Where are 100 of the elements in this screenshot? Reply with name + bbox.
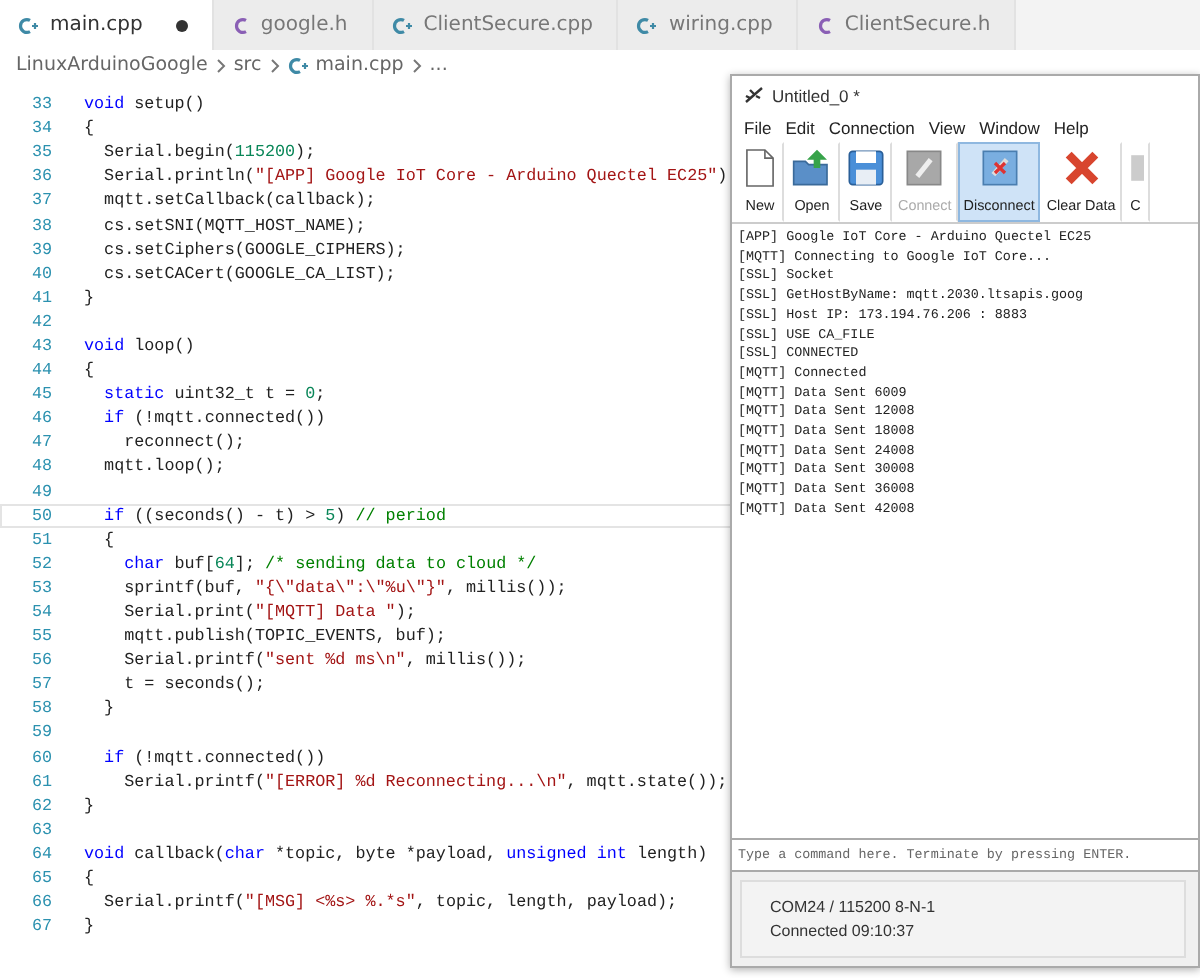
code-line: { (84, 118, 95, 139)
code-line: { (84, 360, 95, 381)
code-line: if ((seconds() - t) > 5) // period (102, 505, 446, 526)
line-number: 43 (29, 335, 52, 356)
breadcrumb-item[interactable]: LinuxArduinoGoogle (16, 54, 208, 76)
line-number: 56 (29, 650, 52, 671)
menu-item[interactable]: Edit (785, 118, 815, 138)
code-line: void setup() (84, 94, 205, 115)
line-number: 34 (29, 118, 52, 139)
cpp-file-icon (18, 15, 40, 35)
line-number: 64 (29, 843, 52, 864)
code-line: } (84, 916, 95, 937)
line-number: 50 (29, 505, 52, 526)
status-text: Connected 09:10:37 (770, 922, 917, 940)
menu-item[interactable]: View (928, 118, 966, 138)
code-line: void loop() (84, 335, 195, 356)
breadcrumb-item[interactable]: ... (429, 54, 448, 76)
code-line: char buf[64]; /* sending data to cloud */ (122, 553, 537, 574)
line-number: 66 (29, 892, 52, 913)
code-line: cs.setCiphers(GOOGLE_CIPHERS); (102, 239, 406, 260)
code-line: Serial.begin(115200); (102, 142, 316, 163)
folder-icon (790, 148, 834, 188)
tab-label: ClientSecure.h (844, 14, 991, 36)
editor-tab[interactable]: main.cpp (0, 0, 215, 50)
new-file-icon (742, 148, 778, 188)
line-number: 53 (29, 577, 52, 598)
line-number: 55 (29, 626, 52, 647)
code-line: Serial.printf("[MSG] <%s> %.*s", topic, length, payload); (102, 892, 678, 913)
code-line: if (!mqtt.connected()) (102, 408, 326, 429)
line-number: 44 (29, 360, 52, 381)
code-line: Serial.print("[MQTT] Data "); (122, 602, 416, 623)
line-number: 60 (29, 747, 52, 768)
code-line: reconnect(); (122, 432, 245, 453)
line-number: 48 (29, 456, 52, 477)
line-number: 41 (29, 287, 52, 308)
line-number: 49 (29, 481, 52, 502)
editor-tab[interactable]: ClientSecure.h (798, 0, 1017, 50)
line-number: 33 (29, 94, 52, 115)
editor-tab[interactable]: ClientSecure.cpp (373, 0, 619, 50)
line-number: 54 (29, 602, 52, 623)
code-line: Serial.printf("sent %d ms\n", millis()); (122, 650, 527, 671)
menu-item[interactable]: Connection (828, 118, 915, 138)
chevron-icon (215, 57, 226, 73)
line-number: 65 (29, 868, 52, 889)
line-number: 51 (29, 529, 52, 550)
tab-label: ClientSecure.cpp (423, 14, 593, 36)
cpp-file-icon (636, 15, 659, 35)
window-title: Untitled_0 * (772, 85, 860, 105)
line-number: 61 (29, 771, 52, 792)
chevron-icon (269, 57, 280, 73)
line-number: 47 (29, 432, 52, 453)
status-text: COM24 / 115200 8-N-1 (770, 898, 938, 916)
line-number: 57 (29, 674, 52, 695)
code-line: } (102, 698, 115, 719)
breadcrumb-item[interactable]: src (233, 54, 262, 76)
line-number: 39 (29, 239, 52, 260)
line-number: 52 (29, 553, 52, 574)
line-number: 35 (29, 142, 52, 163)
code-line: { (102, 529, 115, 550)
breadcrumb-item[interactable]: main.cpp (315, 54, 404, 76)
menu-item[interactable]: Window (979, 118, 1040, 138)
code-line: { (84, 868, 95, 889)
code-line: cs.setSNI(MQTT_HOST_NAME); (102, 215, 366, 236)
code-line: mqtt.publish(TOPIC_EVENTS, buf); (122, 626, 446, 647)
editor-tab[interactable]: wiring.cpp (618, 0, 799, 50)
line-number: 67 (29, 916, 52, 937)
line-number: 37 (29, 190, 52, 211)
line-number: 45 (29, 384, 52, 405)
menu-item[interactable]: Help (1053, 118, 1089, 138)
code-line: mqtt.loop(); (102, 456, 225, 477)
code-line: t = seconds(); (122, 674, 265, 695)
cpp-file-icon (287, 55, 310, 75)
x-mark-icon (1061, 148, 1102, 188)
line-number: 59 (29, 722, 52, 743)
line-number: 63 (29, 819, 52, 840)
line-number: 46 (29, 408, 52, 429)
line-number: 36 (29, 166, 52, 187)
tab-label: google.h (260, 14, 348, 36)
line-number: 62 (29, 795, 52, 816)
code-line: void callback(char *topic, byte *payload, unsigned int length) (84, 843, 708, 864)
c-file-icon (816, 15, 835, 35)
tab-label: wiring.cpp (668, 14, 773, 36)
editor-tab[interactable]: google.h (214, 0, 374, 50)
code-line: if (!mqtt.connected()) (102, 747, 326, 768)
cpp-file-icon (391, 15, 414, 35)
code-line: cs.setCACert(GOOGLE_CA_LIST); (102, 263, 396, 284)
code-line: } (84, 287, 95, 308)
code-line: } (84, 795, 95, 816)
c-file-icon (232, 15, 251, 35)
menu-item[interactable]: File (744, 118, 772, 138)
line-number: 58 (29, 698, 52, 719)
tab-label: main.cpp (50, 14, 143, 36)
code-line: Serial.printf("[ERROR] %d Reconnecting...\n", mqtt.state()); (122, 771, 728, 792)
code-line: mqtt.setCallback(callback); (102, 190, 376, 211)
line-number: 38 (29, 215, 52, 236)
code-line: sprintf(buf, "{\"data\":\"%u\"}", millis()); (122, 577, 567, 598)
line-number: 40 (29, 263, 52, 284)
chevron-icon (411, 57, 422, 73)
line-number: 42 (29, 311, 52, 332)
code-line: static uint32_t t = 0; (102, 384, 326, 405)
